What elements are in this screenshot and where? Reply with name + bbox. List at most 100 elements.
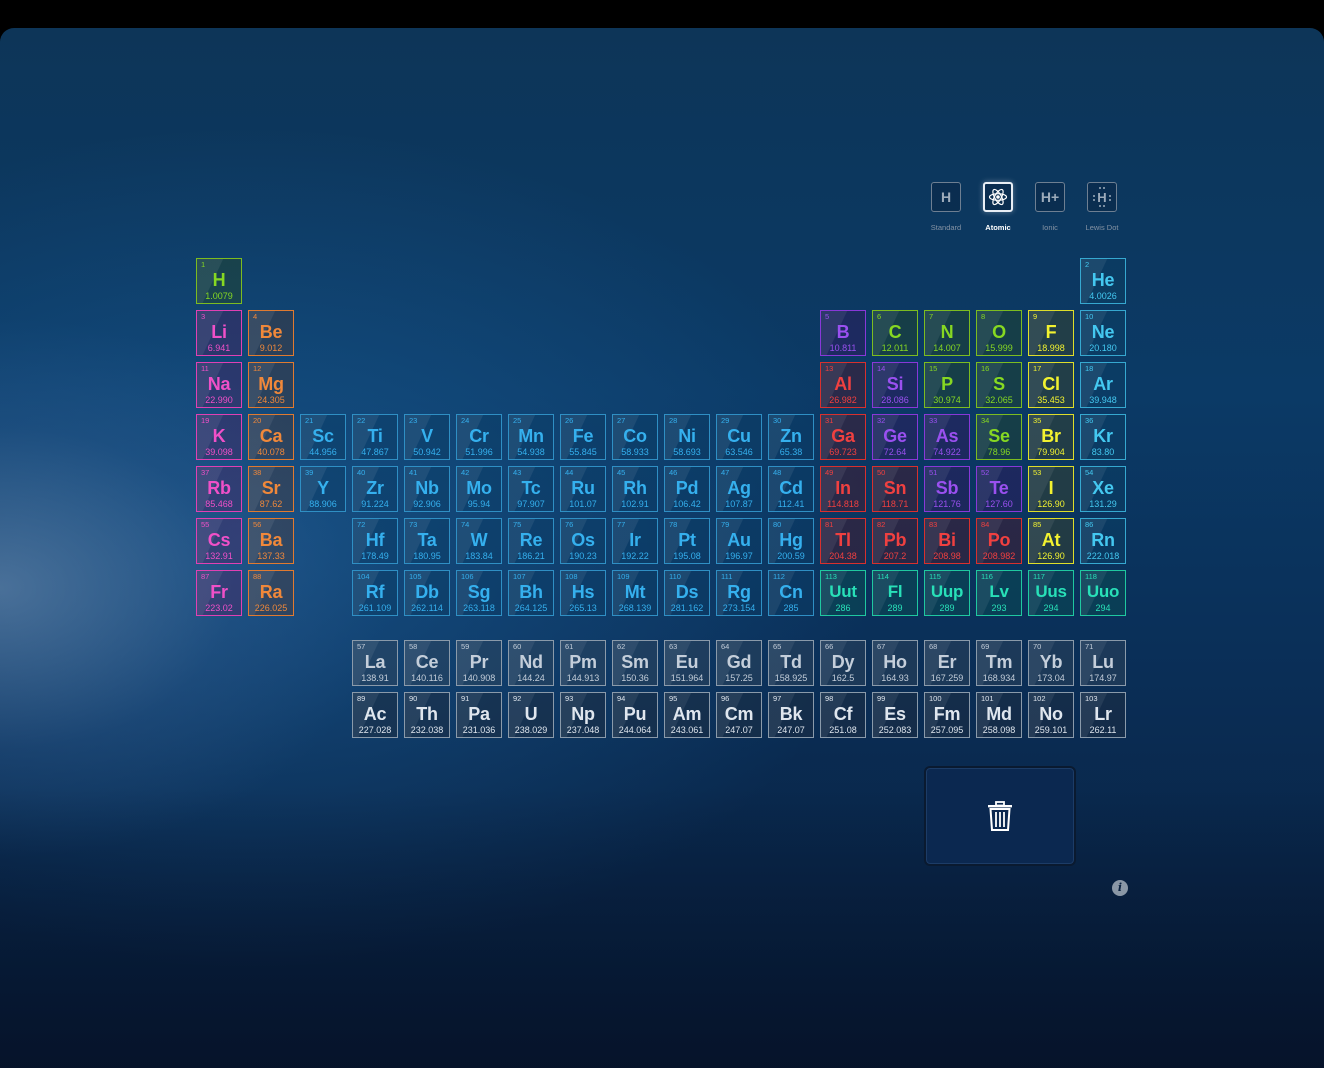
element-tile-cr[interactable]: 24 Cr 51.996 [456, 414, 502, 460]
element-tile-co[interactable]: 27 Co 58.933 [612, 414, 658, 460]
element-tile-at[interactable]: 85 At 126.90 [1028, 518, 1074, 564]
element-tile-ca[interactable]: 20 Ca 40.078 [248, 414, 294, 460]
element-tile-f[interactable]: 9 F 18.998 [1028, 310, 1074, 356]
element-tile-i[interactable]: 53 I 126.90 [1028, 466, 1074, 512]
element-tile-ho[interactable]: 67 Ho 164.93 [872, 640, 918, 686]
element-tile-k[interactable]: 19 K 39.098 [196, 414, 242, 460]
element-tile-td[interactable]: 65 Td 158.925 [768, 640, 814, 686]
element-tile-es[interactable]: 99 Es 252.083 [872, 692, 918, 738]
element-tile-ne[interactable]: 10 Ne 20.180 [1080, 310, 1126, 356]
element-tile-eu[interactable]: 63 Eu 151.964 [664, 640, 710, 686]
element-tile-ac[interactable]: 89 Ac 227.028 [352, 692, 398, 738]
element-tile-lv[interactable]: 116 Lv 293 [976, 570, 1022, 616]
info-icon[interactable]: i [1112, 880, 1128, 896]
element-tile-c[interactable]: 6 C 12.011 [872, 310, 918, 356]
element-tile-ar[interactable]: 18 Ar 39.948 [1080, 362, 1126, 408]
element-tile-tl[interactable]: 81 Tl 204.38 [820, 518, 866, 564]
element-tile-fe[interactable]: 26 Fe 55.845 [560, 414, 606, 460]
element-tile-rn[interactable]: 86 Rn 222.018 [1080, 518, 1126, 564]
element-tile-am[interactable]: 95 Am 243.061 [664, 692, 710, 738]
element-tile-as[interactable]: 33 As 74.922 [924, 414, 970, 460]
element-tile-kr[interactable]: 36 Kr 83.80 [1080, 414, 1126, 460]
element-tile-po[interactable]: 84 Po 208.982 [976, 518, 1022, 564]
element-tile-v[interactable]: 23 V 50.942 [404, 414, 450, 460]
element-tile-cd[interactable]: 48 Cd 112.41 [768, 466, 814, 512]
element-tile-fm[interactable]: 100 Fm 257.095 [924, 692, 970, 738]
element-tile-zn[interactable]: 30 Zn 65.38 [768, 414, 814, 460]
element-tile-hf[interactable]: 72 Hf 178.49 [352, 518, 398, 564]
element-tile-zr[interactable]: 40 Zr 91.224 [352, 466, 398, 512]
mode-lewis-dot[interactable]: H Lewis Dot [1078, 182, 1126, 232]
element-tile-ru[interactable]: 44 Ru 101.07 [560, 466, 606, 512]
element-tile-os[interactable]: 76 Os 190.23 [560, 518, 606, 564]
element-tile-ce[interactable]: 58 Ce 140.116 [404, 640, 450, 686]
element-tile-n[interactable]: 7 N 14.007 [924, 310, 970, 356]
element-tile-ag[interactable]: 47 Ag 107.87 [716, 466, 762, 512]
element-tile-tc[interactable]: 43 Tc 97.907 [508, 466, 554, 512]
element-tile-th[interactable]: 90 Th 232.038 [404, 692, 450, 738]
element-tile-uup[interactable]: 115 Uup 289 [924, 570, 970, 616]
element-tile-ds[interactable]: 110 Ds 281.162 [664, 570, 710, 616]
element-tile-tm[interactable]: 69 Tm 168.934 [976, 640, 1022, 686]
element-tile-ta[interactable]: 73 Ta 180.95 [404, 518, 450, 564]
element-tile-pt[interactable]: 78 Pt 195.08 [664, 518, 710, 564]
element-tile-bi[interactable]: 83 Bi 208.98 [924, 518, 970, 564]
element-tile-hg[interactable]: 80 Hg 200.59 [768, 518, 814, 564]
element-tile-cm[interactable]: 96 Cm 247.07 [716, 692, 762, 738]
element-tile-bh[interactable]: 107 Bh 264.125 [508, 570, 554, 616]
element-tile-u[interactable]: 92 U 238.029 [508, 692, 554, 738]
mode-atomic[interactable]: Atomic [974, 182, 1022, 232]
element-tile-bk[interactable]: 97 Bk 247.07 [768, 692, 814, 738]
element-tile-ba[interactable]: 56 Ba 137.33 [248, 518, 294, 564]
element-tile-mn[interactable]: 25 Mn 54.938 [508, 414, 554, 460]
element-tile-h[interactable]: 1 H 1.0079 [196, 258, 242, 304]
element-tile-er[interactable]: 68 Er 167.259 [924, 640, 970, 686]
element-tile-sr[interactable]: 38 Sr 87.62 [248, 466, 294, 512]
element-tile-se[interactable]: 34 Se 78.96 [976, 414, 1022, 460]
element-tile-fl[interactable]: 114 Fl 289 [872, 570, 918, 616]
element-tile-y[interactable]: 39 Y 88.906 [300, 466, 346, 512]
element-tile-w[interactable]: 74 W 183.84 [456, 518, 502, 564]
element-tile-mo[interactable]: 42 Mo 95.94 [456, 466, 502, 512]
element-tile-be[interactable]: 4 Be 9.012 [248, 310, 294, 356]
element-tile-cl[interactable]: 17 Cl 35.453 [1028, 362, 1074, 408]
mode-ionic[interactable]: H+ Ionic [1026, 182, 1074, 232]
element-tile-cf[interactable]: 98 Cf 251.08 [820, 692, 866, 738]
element-tile-yb[interactable]: 70 Yb 173.04 [1028, 640, 1074, 686]
element-tile-mg[interactable]: 12 Mg 24.305 [248, 362, 294, 408]
element-tile-la[interactable]: 57 La 138.91 [352, 640, 398, 686]
element-tile-uut[interactable]: 113 Uut 286 [820, 570, 866, 616]
mode-standard[interactable]: H Standard [922, 182, 970, 232]
element-tile-sb[interactable]: 51 Sb 121.76 [924, 466, 970, 512]
element-tile-pu[interactable]: 94 Pu 244.064 [612, 692, 658, 738]
element-tile-nb[interactable]: 41 Nb 92.906 [404, 466, 450, 512]
element-tile-re[interactable]: 75 Re 186.21 [508, 518, 554, 564]
element-tile-sn[interactable]: 50 Sn 118.71 [872, 466, 918, 512]
element-tile-hs[interactable]: 108 Hs 265.13 [560, 570, 606, 616]
element-tile-li[interactable]: 3 Li 6.941 [196, 310, 242, 356]
element-tile-db[interactable]: 105 Db 262.114 [404, 570, 450, 616]
element-tile-o[interactable]: 8 O 15.999 [976, 310, 1022, 356]
element-tile-si[interactable]: 14 Si 28.086 [872, 362, 918, 408]
element-tile-lr[interactable]: 103 Lr 262.11 [1080, 692, 1126, 738]
trash-button[interactable] [924, 766, 1076, 866]
element-tile-ti[interactable]: 22 Ti 47.867 [352, 414, 398, 460]
element-tile-au[interactable]: 79 Au 196.97 [716, 518, 762, 564]
element-tile-p[interactable]: 15 P 30.974 [924, 362, 970, 408]
element-tile-al[interactable]: 13 Al 26.982 [820, 362, 866, 408]
element-tile-pb[interactable]: 82 Pb 207.2 [872, 518, 918, 564]
element-tile-gd[interactable]: 64 Gd 157.25 [716, 640, 762, 686]
element-tile-uuo[interactable]: 118 Uuo 294 [1080, 570, 1126, 616]
element-tile-sm[interactable]: 62 Sm 150.36 [612, 640, 658, 686]
element-tile-sg[interactable]: 106 Sg 263.118 [456, 570, 502, 616]
element-tile-rg[interactable]: 111 Rg 273.154 [716, 570, 762, 616]
element-tile-cn[interactable]: 112 Cn 285 [768, 570, 814, 616]
element-tile-rb[interactable]: 37 Rb 85.468 [196, 466, 242, 512]
element-tile-ni[interactable]: 28 Ni 58.693 [664, 414, 710, 460]
element-tile-he[interactable]: 2 He 4.0026 [1080, 258, 1126, 304]
element-tile-dy[interactable]: 66 Dy 162.5 [820, 640, 866, 686]
element-tile-xe[interactable]: 54 Xe 131.29 [1080, 466, 1126, 512]
element-tile-lu[interactable]: 71 Lu 174.97 [1080, 640, 1126, 686]
element-tile-pd[interactable]: 46 Pd 106.42 [664, 466, 710, 512]
element-tile-b[interactable]: 5 B 10.811 [820, 310, 866, 356]
